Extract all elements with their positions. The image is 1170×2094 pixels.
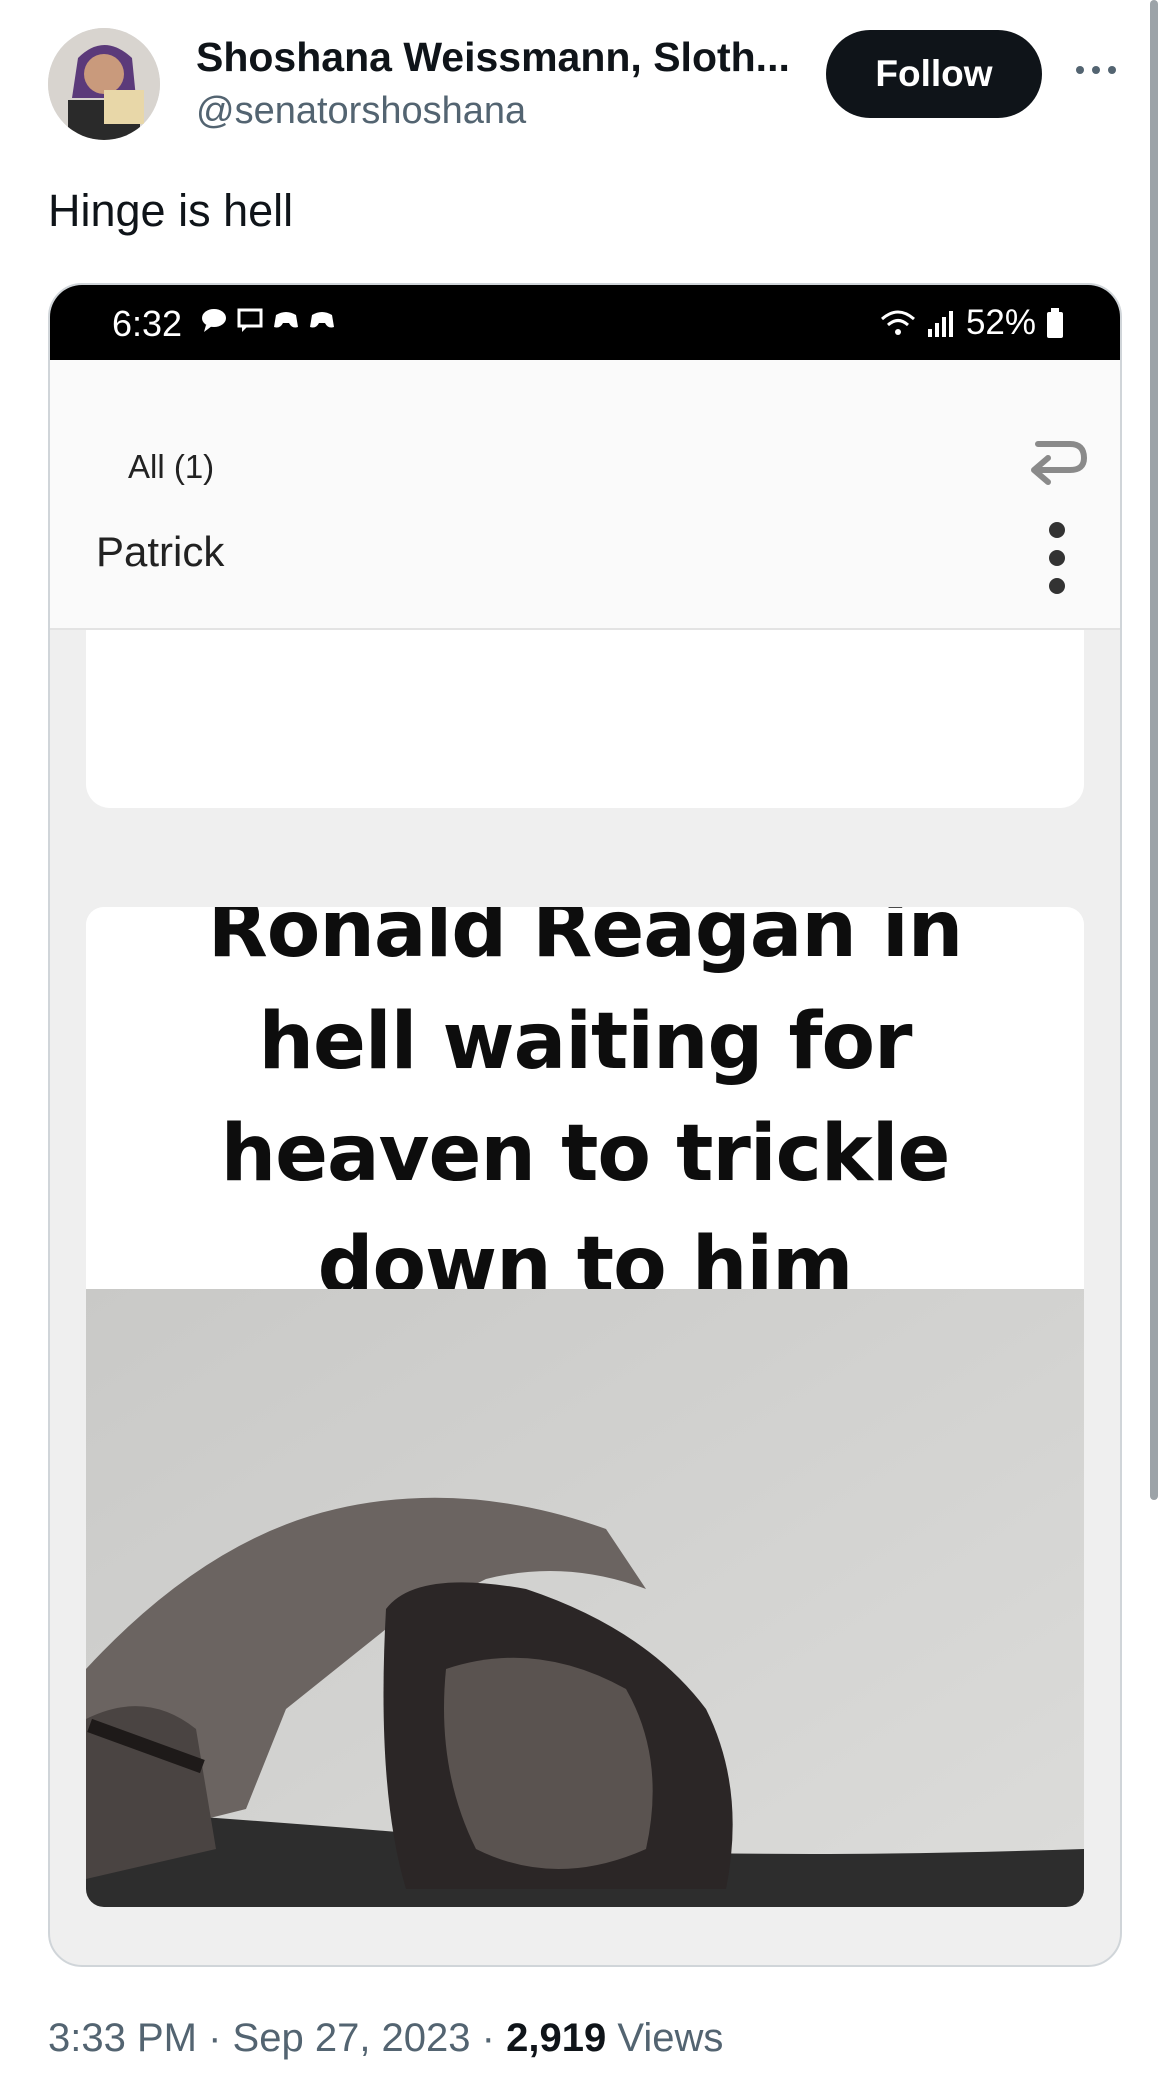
chat-bubble-icon: [200, 307, 228, 333]
message-filter[interactable]: All (1): [128, 448, 214, 486]
tweet-time[interactable]: 3:33 PM: [48, 2016, 197, 2060]
tweet-meta: 3:33 PM · Sep 27, 2023 · 2,919 Views: [48, 2016, 723, 2061]
meme-photo: [86, 1289, 1084, 1907]
status-right: 52%: [880, 303, 1064, 343]
scrollbar[interactable]: [1150, 0, 1158, 1500]
tweet-text: Hinge is hell: [48, 185, 294, 236]
meme-caption-area: Ronald Reagan in hell waiting for heaven…: [86, 907, 1084, 1311]
meme-image[interactable]: Ronald Reagan in hell waiting for heaven…: [86, 907, 1084, 1907]
battery-icon: [1047, 308, 1063, 338]
wifi-icon: [880, 310, 915, 335]
author-handle[interactable]: @senatorshoshana: [196, 90, 526, 133]
views-count[interactable]: 2,919: [506, 2016, 606, 2060]
phone-status-bar: 6:32 52%: [50, 285, 1120, 360]
message-bubble: [86, 630, 1084, 808]
contact-name[interactable]: Patrick: [96, 528, 224, 576]
avatar[interactable]: [48, 28, 160, 140]
game-icon: [308, 307, 336, 333]
signal-icon: [927, 311, 953, 337]
battery-percent: 52%: [965, 303, 1036, 342]
tweet-date[interactable]: Sep 27, 2023: [233, 2016, 471, 2060]
tweet-media[interactable]: 6:32 52% All (1) Patrick Ronald Reagan i…: [48, 283, 1122, 1967]
more-options-icon[interactable]: [1076, 64, 1116, 76]
chat-header: All (1) Patrick: [50, 360, 1120, 630]
message-icon: [236, 307, 264, 333]
author-display-name[interactable]: Shoshana Weissmann, Sloth...: [196, 34, 806, 81]
separator: ·: [481, 2016, 495, 2060]
views-label: Views: [617, 2016, 724, 2060]
game-icon: [272, 307, 300, 333]
follow-button[interactable]: Follow: [826, 30, 1042, 118]
notification-icons: [200, 307, 336, 333]
separator: ·: [208, 2016, 222, 2060]
status-time: 6:32: [112, 303, 183, 344]
kebab-menu-icon[interactable]: [1046, 518, 1068, 598]
meme-caption: Ronald Reagan in hell waiting for heaven…: [207, 907, 964, 1311]
return-arrow-icon[interactable]: [1020, 424, 1090, 494]
